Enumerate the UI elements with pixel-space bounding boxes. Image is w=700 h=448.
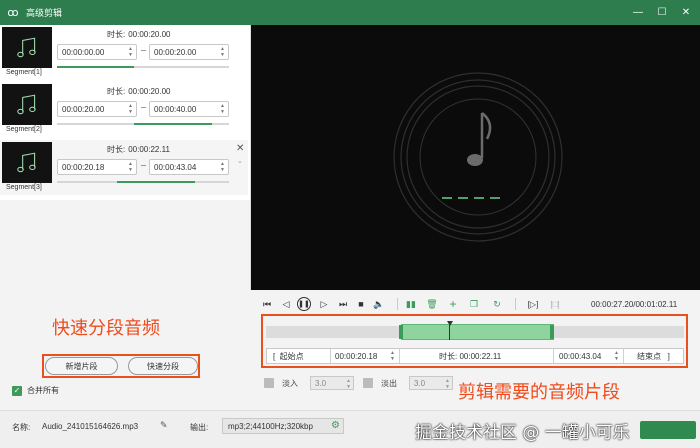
segment-item-1[interactable]: Segment[1] 时长: 00:00:20.00 00:00:00.00 ▲ ▼ … xyxy=(0,25,248,80)
chevron-down-icon[interactable]: ⌄ xyxy=(237,157,243,165)
fade-out-label: 淡出 xyxy=(381,378,397,388)
annotation-right: 剪辑需要的音频片段 xyxy=(458,382,620,403)
segment-label: Segment[1] xyxy=(6,69,42,76)
checkbox-checked-icon: ✓ xyxy=(12,385,22,396)
audio-thumbnail xyxy=(2,142,52,183)
selection-end-handle[interactable] xyxy=(550,325,554,339)
export-button[interactable] xyxy=(640,421,696,439)
segment-end-input[interactable]: 00:00:20.00 ▲ ▼ xyxy=(149,44,229,60)
segment-list: Segment[1] 时长: 00:00:20.00 00:00:00.00 ▲ ▼ … xyxy=(0,25,251,200)
audio-preview xyxy=(251,25,700,290)
annotation-left: 快速分段音频 xyxy=(52,318,160,339)
segment-range-bar xyxy=(57,66,229,68)
minimize-icon[interactable]: — xyxy=(632,5,644,19)
merge-all-checkbox[interactable]: ✓ 合并所有 xyxy=(12,385,59,396)
time-readout: 00:00:27.20/00:01:02.11 xyxy=(591,300,678,309)
fade-in-checkbox[interactable] xyxy=(264,378,274,388)
start-time-input[interactable]: 00:00:20.18 xyxy=(335,349,377,363)
quick-split-button[interactable]: 快速分段 xyxy=(128,357,198,375)
add-icon[interactable]: + xyxy=(447,297,459,311)
edit-name-icon[interactable]: ✎ xyxy=(160,420,168,431)
stepper-icon: ▲ ▼ xyxy=(614,350,619,362)
merge-all-label: 合并所有 xyxy=(27,386,59,395)
stepper-icon: ▲ ▼ xyxy=(220,46,225,58)
remove-segment-icon[interactable]: ✕ xyxy=(236,143,244,154)
music-note-icon xyxy=(17,152,36,172)
step-forward-icon[interactable]: ▷ xyxy=(318,298,330,310)
segment-start-input[interactable]: 00:00:20.18 ▲ ▼ xyxy=(57,159,137,175)
file-name: Audio_241015164626.mp3 xyxy=(42,422,139,431)
copy-icon[interactable]: ❐ xyxy=(468,298,480,310)
audio-visual-icon xyxy=(393,72,563,242)
output-label: 输出: xyxy=(190,423,209,432)
end-time-input[interactable]: 00:00:43.04 xyxy=(559,349,601,363)
fade-out-checkbox[interactable] xyxy=(363,378,373,388)
segment-item-2[interactable]: Segment[2] 时长: 00:00:20.00 00:00:20.00 ▲ ▼ … xyxy=(0,82,248,137)
audio-thumbnail xyxy=(2,27,52,68)
segment-label: Segment[2] xyxy=(6,126,42,133)
stepper-icon: ▲ ▼ xyxy=(390,350,395,362)
step-back-icon[interactable]: ◁ xyxy=(280,298,292,310)
output-format-select[interactable]: mp3;2;44100Hz;320kbp ⚙ xyxy=(222,418,344,434)
skip-start-icon[interactable]: ⏮ xyxy=(261,298,273,310)
segment-item-3[interactable]: Segment[3] 时长: 00:00:22.11 00:00:20.18 ▲ ▼ … xyxy=(0,140,248,195)
gear-icon[interactable]: ⚙ xyxy=(331,420,340,431)
fade-in-input[interactable]: 3.0 ▲ ▼ xyxy=(310,376,354,390)
mark-out-icon[interactable]: [□] xyxy=(549,298,561,310)
segment-duration: 时长: 00:00:20.00 xyxy=(107,30,171,39)
segment-range-bar xyxy=(57,123,229,125)
playhead-line xyxy=(449,325,450,340)
segment-range-fill xyxy=(134,123,212,125)
segment-range-bar xyxy=(57,181,229,183)
skip-end-icon[interactable]: ⏭ xyxy=(337,298,349,310)
mark-in-icon[interactable]: [▷] xyxy=(527,298,539,310)
stepper-icon: ▲ ▼ xyxy=(128,161,133,173)
segment-duration: 时长: 00:00:22.11 xyxy=(107,145,170,154)
segment-label: Segment[3] xyxy=(6,184,42,191)
stepper-icon: ▲ ▼ xyxy=(220,161,225,173)
segment-range-fill xyxy=(57,66,135,68)
add-segment-button[interactable]: 新增片段 xyxy=(45,357,118,375)
music-note-icon xyxy=(17,94,36,114)
selection-start-handle[interactable] xyxy=(399,325,403,339)
trim-duration: 时长: 00:00:22.11 xyxy=(439,351,502,361)
stepper-icon: ▲ ▼ xyxy=(220,103,225,115)
audio-thumbnail xyxy=(2,84,52,125)
music-note-icon xyxy=(17,37,36,57)
fade-in-control[interactable]: 淡入 3.0 ▲ ▼ xyxy=(264,376,354,390)
segment-duration: 时长: 00:00:20.00 xyxy=(107,87,171,96)
playback-controls: ⏮ ◁ ❚❚ ▷ ⏭ ■ 🔈 ▮▮ 🗑 + ❐ ↻ [▷] [□] 00:00:… xyxy=(251,290,700,316)
maximize-icon[interactable]: ☐ xyxy=(656,5,668,19)
fade-in-label: 淡入 xyxy=(282,378,298,388)
app-logo-icon: ꝏ xyxy=(7,6,19,19)
stop-icon[interactable]: ■ xyxy=(355,298,367,310)
end-point-button[interactable]: 结束点 ] xyxy=(637,349,670,363)
window-title: 高级剪辑 xyxy=(26,8,63,18)
name-label: 名称: xyxy=(12,423,31,432)
volume-icon[interactable]: 🔈 xyxy=(373,298,385,310)
segment-start-input[interactable]: 00:00:20.00 ▲ ▼ xyxy=(57,101,137,117)
pause-icon[interactable]: ❚❚ xyxy=(297,297,311,311)
stepper-icon: ▲ ▼ xyxy=(128,46,133,58)
close-icon[interactable]: ✕ xyxy=(680,5,692,19)
delete-icon[interactable]: 🗑 xyxy=(426,298,438,310)
trim-controls: [ 起始点 00:00:20.18 ▲ ▼ 时长: 00:00:22.11 00:… xyxy=(266,348,684,364)
timeline-selection[interactable] xyxy=(401,324,554,340)
stepper-icon: ▲ ▼ xyxy=(128,103,133,115)
start-point-button[interactable]: [ 起始点 xyxy=(273,349,304,363)
fade-out-control[interactable]: 淡出 3.0 ▲ ▼ xyxy=(363,376,453,390)
segment-start-input[interactable]: 00:00:00.00 ▲ ▼ xyxy=(57,44,137,60)
watermark: 掘金技术社区 @ 一罐小可乐 xyxy=(415,423,630,443)
playhead-marker-icon[interactable] xyxy=(447,321,453,326)
reset-icon[interactable]: ↻ xyxy=(491,298,503,310)
title-bar: ꝏ 高级剪辑 — ☐ ✕ xyxy=(0,0,700,25)
segment-end-input[interactable]: 00:00:43.04 ▲ ▼ xyxy=(149,159,229,175)
segment-range-fill xyxy=(117,181,195,183)
fade-out-input[interactable]: 3.0 ▲ ▼ xyxy=(409,376,453,390)
split-icon[interactable]: ▮▮ xyxy=(405,298,417,310)
segment-end-input[interactable]: 00:00:40.00 ▲ ▼ xyxy=(149,101,229,117)
